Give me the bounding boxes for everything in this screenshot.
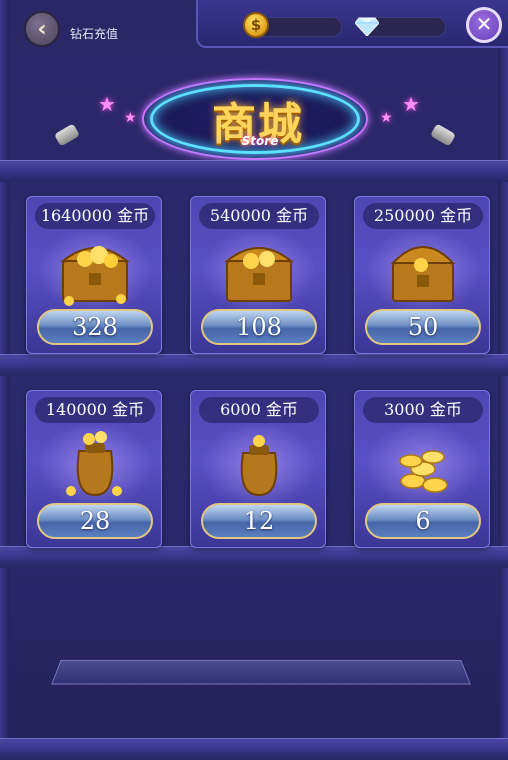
store-item-card[interactable]: 250000 金币 50 [354,196,490,354]
store-item-card[interactable]: 6000 金币 12 [190,390,326,548]
item-amount: 250000 金币 [363,203,483,229]
top-bar: ‹ 钻石充值 $ ✕ [0,0,508,48]
coin-sack-icon [240,435,278,497]
shelf [0,738,508,760]
store-item-card[interactable]: 1640000 金币 328 [26,196,162,354]
shelf [0,354,508,376]
coin-icon: $ [243,12,269,38]
item-amount: 1640000 金币 [35,203,155,229]
item-amount: 3000 金币 [363,397,483,423]
right-wall [498,0,508,760]
left-wall [0,0,10,760]
buy-button[interactable]: 12 [201,503,317,539]
buy-button[interactable]: 28 [37,503,153,539]
close-button[interactable]: ✕ [466,7,502,43]
close-icon: ✕ [475,12,493,36]
star-icon: ★ [124,110,137,126]
buy-button[interactable]: 328 [37,309,153,345]
spotlight-icon [429,123,457,147]
store-item-card[interactable]: 540000 金币 108 [190,196,326,354]
store-item-card[interactable]: 3000 金币 6 [354,390,490,548]
spotlight-icon [53,123,81,147]
shelf [0,160,508,182]
buy-button[interactable]: 6 [365,503,481,539]
coin-pile-icon [399,450,448,493]
treasure-chest-icon [224,247,294,302]
shelf [0,546,508,568]
star-icon: ★ [402,92,420,116]
coin-sack-icon [66,431,122,497]
item-amount: 6000 金币 [199,397,319,423]
page-title: 钻石充值 [70,27,119,41]
store-subtitle: Store [241,134,279,148]
back-button[interactable]: ‹ [24,11,60,47]
buy-button[interactable]: 108 [201,309,317,345]
item-amount: 140000 金币 [35,397,155,423]
diamond-icon [355,17,379,36]
store-item-card[interactable]: 140000 金币 28 [26,390,162,548]
item-amount: 540000 金币 [199,203,319,229]
chevron-left-icon: ‹ [37,16,47,42]
store-banner: 商城 Store ★ ★ ★ ★ [50,78,458,160]
treasure-chest-icon [60,246,130,306]
treasure-chest-icon [390,246,456,302]
store-screen: ‹ 钻石充值 $ ✕ 商城 Store ★ ★ ★ ★ 1640000 金币 3… [0,0,508,760]
glass-shelf [51,660,471,685]
buy-button[interactable]: 50 [365,309,481,345]
star-icon: ★ [380,110,393,126]
star-icon: ★ [98,92,116,116]
